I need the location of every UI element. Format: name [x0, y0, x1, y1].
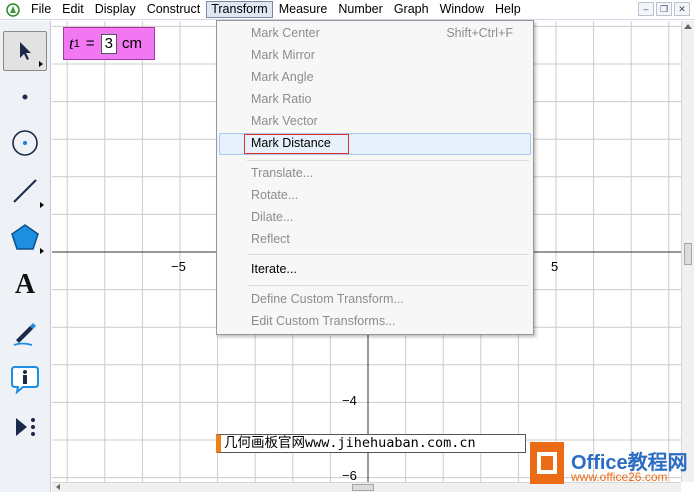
y-tick-label: −6	[342, 468, 357, 482]
menu-item-mark-center: Mark Center	[251, 26, 320, 40]
menu-item-mark-mirror: Mark Mirror	[251, 48, 315, 62]
point-tool[interactable]	[3, 77, 47, 117]
menu-number[interactable]: Number	[333, 1, 387, 18]
menu-transform[interactable]: Transform	[206, 1, 273, 18]
tool-options-arrow-icon	[40, 202, 44, 208]
menu-measure[interactable]: Measure	[274, 1, 333, 18]
sketchpad-app-icon[interactable]	[6, 2, 20, 17]
menu-item-edit-custom-transforms: Edit Custom Transforms...	[251, 314, 396, 328]
menu-item-translate: Translate...	[251, 166, 314, 180]
line-segment-icon	[13, 179, 37, 203]
menu-item-rotate: Rotate...	[251, 188, 299, 202]
polygon-tool[interactable]	[3, 217, 47, 257]
scroll-up-arrow-icon[interactable]	[684, 24, 692, 29]
menu-separator	[247, 285, 529, 286]
parameter-equals: =	[85, 35, 95, 52]
polygon-icon	[11, 224, 39, 250]
menu-bar: File Edit Display Construct Transform Me…	[0, 0, 694, 20]
parameter-subscript: 1	[73, 37, 80, 50]
window-controls: – ❐ ✕	[636, 2, 690, 16]
toolbox: A	[0, 21, 51, 492]
menu-item-iterate[interactable]: Iterate...	[251, 262, 297, 276]
text-tool-glyph: A	[14, 269, 36, 300]
tool-options-arrow-icon	[39, 61, 43, 67]
play-custom-icon	[16, 418, 35, 436]
info-icon	[11, 366, 39, 394]
scroll-thumb[interactable]	[352, 484, 374, 491]
restore-button[interactable]: ❐	[656, 2, 672, 16]
x-tick-label: 5	[551, 259, 559, 274]
menu-item-reflect: Reflect	[251, 232, 290, 246]
menu-display[interactable]: Display	[90, 1, 141, 18]
marker-tool[interactable]	[3, 313, 47, 353]
custom-tool[interactable]	[3, 407, 47, 447]
menu-item-define-custom-transform: Define Custom Transform...	[251, 292, 404, 306]
menu-item-mark-distance[interactable]: Mark Distance	[251, 136, 331, 150]
scroll-thumb[interactable]	[684, 243, 692, 265]
compass-tool[interactable]	[3, 123, 47, 163]
transform-menu-dropdown: Mark Center Shift+Ctrl+F Mark Mirror Mar…	[216, 20, 534, 335]
menu-separator	[247, 160, 529, 161]
parameter-unit: cm	[121, 35, 142, 52]
arrow-select-tool[interactable]	[3, 31, 47, 71]
arrow-icon	[20, 42, 31, 60]
menu-item-mark-ratio: Mark Ratio	[251, 92, 312, 106]
shortcut-mark-center: Shift+Ctrl+F	[446, 26, 513, 40]
watermark-url: www.office26.com	[571, 470, 668, 484]
straightedge-tool[interactable]	[3, 171, 47, 211]
text-tool[interactable]: A	[3, 265, 47, 305]
vertical-scrollbar[interactable]	[681, 21, 694, 482]
pen-icon	[13, 323, 36, 346]
parameter-value-field[interactable]: 3	[100, 33, 117, 54]
menu-item-dilate: Dilate...	[251, 210, 294, 224]
circle-icon	[12, 130, 38, 156]
x-tick-label: −5	[171, 259, 186, 274]
menu-item-mark-vector: Mark Vector	[251, 114, 318, 128]
close-button[interactable]: ✕	[674, 2, 690, 16]
point-icon	[22, 94, 28, 100]
menu-item-mark-angle: Mark Angle	[251, 70, 314, 84]
scroll-left-arrow-icon[interactable]	[56, 484, 60, 490]
office26-watermark-logo: Office教程网 www.office26.com	[526, 440, 692, 492]
tool-options-arrow-icon	[40, 248, 44, 254]
menu-edit[interactable]: Edit	[57, 1, 89, 18]
menu-help[interactable]: Help	[490, 1, 526, 18]
parameter-t1[interactable]: t1 = 3 cm	[63, 27, 155, 60]
minimize-button[interactable]: –	[638, 2, 654, 16]
menu-file[interactable]: File	[26, 1, 56, 18]
office-logo-icon	[530, 442, 564, 484]
menu-window[interactable]: Window	[435, 1, 489, 18]
caption-text-box[interactable]: 几何画板官网www.jihehuaban.com.cn	[216, 434, 526, 453]
information-tool[interactable]	[3, 359, 47, 399]
menu-construct[interactable]: Construct	[142, 1, 206, 18]
y-tick-label: −4	[342, 393, 357, 408]
menu-separator	[247, 254, 529, 255]
menu-graph[interactable]: Graph	[389, 1, 434, 18]
